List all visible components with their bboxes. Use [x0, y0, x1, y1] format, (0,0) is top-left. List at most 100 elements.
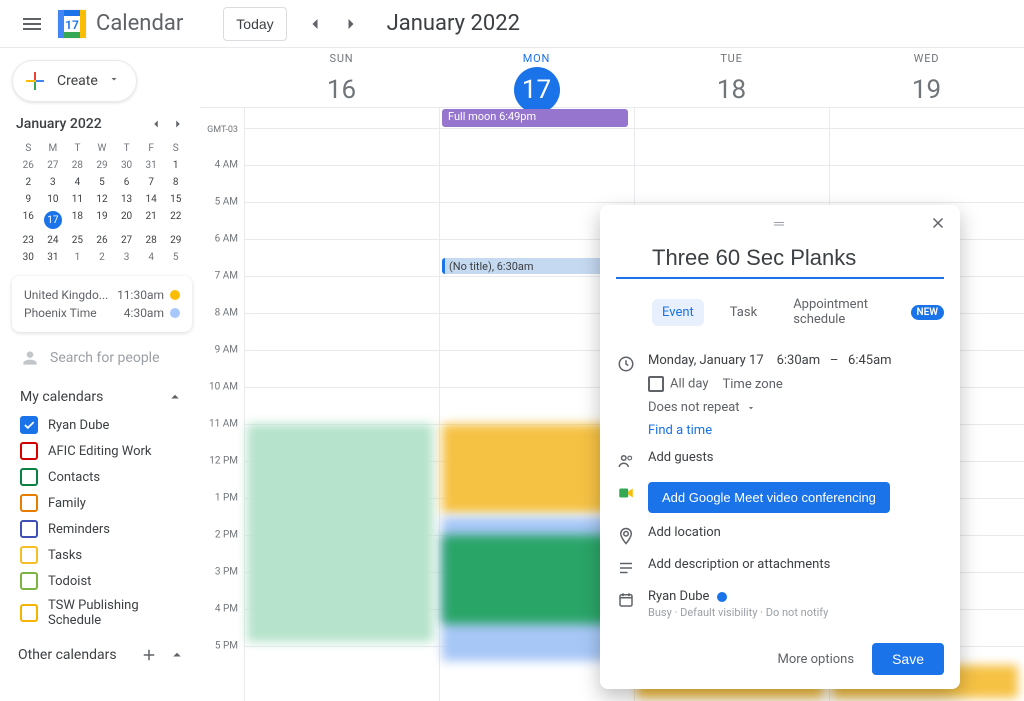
add-calendar-icon[interactable]: [140, 646, 158, 664]
calendar-item[interactable]: Tasks: [18, 542, 186, 568]
chevron-up-icon[interactable]: [168, 646, 186, 664]
event-end-time[interactable]: 6:45am: [848, 353, 892, 368]
mini-day[interactable]: 27: [114, 232, 139, 249]
mini-day[interactable]: 24: [41, 232, 66, 249]
mini-day[interactable]: 19: [90, 208, 115, 232]
calendar-checkbox[interactable]: [20, 416, 38, 434]
repeat-dropdown[interactable]: Does not repeat: [648, 400, 944, 415]
mini-day[interactable]: 17: [41, 208, 66, 232]
day-header[interactable]: WED19: [829, 48, 1024, 107]
prev-period-button[interactable]: [299, 8, 331, 40]
mini-day[interactable]: 20: [114, 208, 139, 232]
mini-day[interactable]: 3: [114, 249, 139, 266]
find-a-time-link[interactable]: Find a time: [648, 423, 944, 438]
calendar-item[interactable]: Family: [18, 490, 186, 516]
mini-day[interactable]: 23: [16, 232, 41, 249]
timezone-link[interactable]: Time zone: [723, 377, 783, 392]
mini-day[interactable]: 26: [16, 157, 41, 174]
day-header[interactable]: TUE18: [634, 48, 829, 107]
mini-day[interactable]: 25: [65, 232, 90, 249]
calendar-item[interactable]: AFIC Editing Work: [18, 438, 186, 464]
allday-cell[interactable]: [634, 108, 829, 128]
mini-day[interactable]: 21: [139, 208, 164, 232]
allday-checkbox[interactable]: All day: [648, 376, 709, 392]
mini-day[interactable]: 18: [65, 208, 90, 232]
tab-event[interactable]: Event: [652, 299, 704, 326]
event-visibility-info[interactable]: Busy · Default visibility · Do not notif…: [648, 606, 944, 619]
day-header[interactable]: SUN16: [244, 48, 439, 107]
create-button[interactable]: Create: [12, 60, 137, 102]
mini-day[interactable]: 7: [139, 174, 164, 191]
tab-appointment[interactable]: Appointment schedule: [783, 291, 894, 333]
mini-day[interactable]: 4: [65, 174, 90, 191]
mini-day[interactable]: 30: [114, 157, 139, 174]
event-start-time[interactable]: 6:30am: [777, 353, 821, 368]
mini-day[interactable]: 16: [16, 208, 41, 232]
day-column[interactable]: [244, 128, 439, 701]
more-options-button[interactable]: More options: [777, 652, 854, 667]
calendar-item[interactable]: Reminders: [18, 516, 186, 542]
tab-task[interactable]: Task: [720, 299, 767, 326]
event-date[interactable]: Monday, January 17: [648, 353, 764, 368]
mini-day[interactable]: 9: [16, 191, 41, 208]
mini-day[interactable]: 6: [114, 174, 139, 191]
calendar-checkbox[interactable]: [20, 468, 38, 486]
allday-cell[interactable]: [244, 108, 439, 128]
mini-day[interactable]: 26: [90, 232, 115, 249]
today-button[interactable]: Today: [223, 7, 286, 41]
mini-day[interactable]: 13: [114, 191, 139, 208]
close-button[interactable]: [926, 211, 950, 235]
allday-cell[interactable]: [829, 108, 1024, 128]
mini-day[interactable]: 22: [163, 208, 188, 232]
next-period-button[interactable]: [335, 8, 367, 40]
mini-day[interactable]: 29: [90, 157, 115, 174]
mini-day[interactable]: 31: [139, 157, 164, 174]
event-calendar-name[interactable]: Ryan Dube: [648, 589, 709, 604]
mini-day[interactable]: 14: [139, 191, 164, 208]
calendar-checkbox[interactable]: [20, 494, 38, 512]
mini-day[interactable]: 5: [163, 249, 188, 266]
allday-event-fullmoon[interactable]: Full moon 6:49pm: [442, 109, 628, 127]
mini-day[interactable]: 28: [139, 232, 164, 249]
mini-day[interactable]: 2: [16, 174, 41, 191]
allday-cell[interactable]: Full moon 6:49pm: [439, 108, 634, 128]
mini-day[interactable]: 12: [90, 191, 115, 208]
mini-day[interactable]: 8: [163, 174, 188, 191]
calendar-checkbox[interactable]: [20, 546, 38, 564]
calendar-checkbox[interactable]: [20, 604, 38, 622]
mini-day[interactable]: 28: [65, 157, 90, 174]
mini-day[interactable]: 5: [90, 174, 115, 191]
add-guests-link[interactable]: Add guests: [648, 450, 944, 465]
calendar-item[interactable]: Contacts: [18, 464, 186, 490]
main-menu-icon[interactable]: [8, 12, 56, 36]
add-meet-button[interactable]: Add Google Meet video conferencing: [648, 482, 890, 513]
calendar-item[interactable]: Ryan Dube: [18, 412, 186, 438]
add-description-link[interactable]: Add description or attachments: [648, 557, 944, 572]
my-calendars-toggle[interactable]: My calendars: [18, 382, 186, 412]
mini-day[interactable]: 11: [65, 191, 90, 208]
calendar-checkbox[interactable]: [20, 572, 38, 590]
add-location-link[interactable]: Add location: [648, 525, 944, 540]
event-block[interactable]: [247, 424, 433, 642]
event-title-input[interactable]: [616, 241, 944, 279]
calendar-checkbox[interactable]: [20, 442, 38, 460]
mini-day[interactable]: 4: [139, 249, 164, 266]
mini-prev-button[interactable]: [146, 114, 166, 134]
mini-day[interactable]: 15: [163, 191, 188, 208]
mini-day[interactable]: 3: [41, 174, 66, 191]
calendar-checkbox[interactable]: [20, 520, 38, 538]
mini-next-button[interactable]: [168, 114, 188, 134]
calendar-item[interactable]: Todoist: [18, 568, 186, 594]
save-button[interactable]: Save: [872, 643, 944, 675]
mini-day[interactable]: 31: [41, 249, 66, 266]
mini-day[interactable]: 29: [163, 232, 188, 249]
day-header[interactable]: MON17: [439, 48, 634, 107]
mini-day[interactable]: 1: [65, 249, 90, 266]
mini-day[interactable]: 2: [90, 249, 115, 266]
drag-handle-icon[interactable]: ═: [634, 215, 926, 232]
calendar-item[interactable]: TSW Publishing Schedule: [18, 594, 186, 632]
search-people-input[interactable]: Search for people: [8, 340, 196, 376]
mini-day[interactable]: 1: [163, 157, 188, 174]
mini-day[interactable]: 30: [16, 249, 41, 266]
mini-day[interactable]: 10: [41, 191, 66, 208]
